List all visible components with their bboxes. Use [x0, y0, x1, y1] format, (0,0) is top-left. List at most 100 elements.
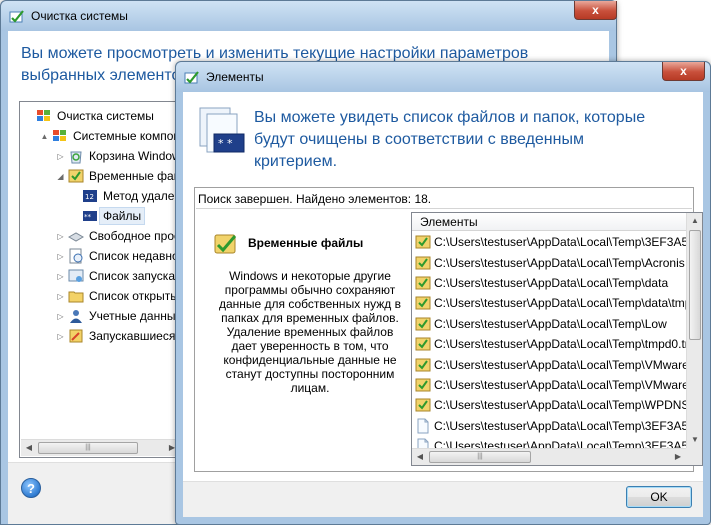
scroll-left-icon[interactable]: ◀	[412, 449, 428, 465]
temp-folder-icon	[415, 256, 431, 270]
help-button[interactable]: ?	[21, 478, 41, 498]
windows-flag-icon	[37, 110, 50, 121]
column-header-items[interactable]: Элементы	[412, 213, 686, 231]
temp-files-icon	[214, 234, 237, 254]
programs-icon	[69, 329, 83, 343]
tree-expander[interactable]: ▷	[56, 232, 65, 241]
temp-folder-icon	[415, 378, 431, 392]
tree-expander[interactable]: ▷	[56, 332, 65, 341]
cleanup-app-icon	[9, 10, 24, 23]
scroll-up-icon[interactable]: ▲	[687, 213, 702, 229]
list-item-path: C:\Users\testuser\AppData\Local\Temp\3EF…	[434, 235, 686, 250]
tree-item-system-components[interactable]: ▲ Системные компоненты	[40, 126, 181, 146]
tree-expander[interactable]: ▷	[56, 292, 65, 301]
list-item[interactable]: C:\Users\testuser\AppData\Local\Temp\dat…	[412, 293, 686, 313]
list-item[interactable]: C:\Users\testuser\AppData\Local\Temp\3EF…	[412, 416, 686, 436]
list-item[interactable]: C:\Users\testuser\AppData\Local\Temp\tmp…	[412, 334, 686, 354]
scroll-thumb[interactable]: |||	[38, 442, 138, 454]
temp-folder-icon	[415, 337, 431, 351]
tree-expander[interactable]: ▷	[56, 252, 65, 261]
open-files-icon	[68, 291, 84, 303]
temp-folder-icon	[415, 235, 431, 249]
list-item[interactable]: C:\Users\testuser\AppData\Local\Temp\WPD…	[412, 395, 686, 415]
list-item-path: C:\Users\testuser\AppData\Local\Temp\tmp…	[434, 337, 686, 352]
close-button[interactable]: x	[574, 1, 617, 20]
scroll-corner	[686, 448, 702, 465]
svg-text:12: 12	[85, 193, 94, 201]
list-item[interactable]: C:\Users\testuser\AppData\Local\Temp\dat…	[412, 273, 686, 293]
list-item[interactable]: C:\Users\testuser\AppData\Local\Temp\VMw…	[412, 375, 686, 395]
document-list-icon: * *	[199, 107, 245, 153]
items-dialog: Элементы x * * Вы можете увидеть список …	[175, 61, 711, 525]
panel-divider	[196, 208, 692, 209]
temp-folder-icon	[415, 296, 431, 310]
list-item-path: C:\Users\testuser\AppData\Local\Temp\VMw…	[434, 377, 686, 392]
list-item-path: C:\Users\testuser\AppData\Local\Temp\Acr…	[434, 255, 685, 270]
list-item[interactable]: C:\Users\testuser\AppData\Local\Temp\Acr…	[412, 252, 686, 272]
temp-folder-icon	[415, 276, 431, 290]
tree-item-open-files[interactable]: ▷ Список открытых файлов	[56, 286, 181, 306]
list-item[interactable]: C:\Users\testuser\AppData\Local\Temp\Low	[412, 314, 686, 334]
scroll-thumb[interactable]: |||	[429, 451, 531, 463]
close-button[interactable]: x	[662, 62, 705, 81]
category-description: Windows и некоторые другие программы обы…	[218, 269, 402, 395]
category-title: Временные файлы	[248, 236, 364, 250]
list-item-path: C:\Users\testuser\AppData\Local\Temp\dat…	[434, 275, 669, 290]
items-list-rows: C:\Users\testuser\AppData\Local\Temp\3EF…	[412, 232, 686, 456]
windows-flag-icon	[53, 130, 66, 141]
search-status: Поиск завершен. Найдено элементов: 18.	[198, 192, 432, 206]
run-list-icon	[68, 269, 84, 282]
settings-tree[interactable]: Очистка системы ▲ Системные компоненты ▷…	[19, 101, 182, 458]
tree-item-credentials[interactable]: ▷ Учетные данные	[56, 306, 181, 326]
list-horizontal-scrollbar[interactable]: ◀ ||| ▶	[412, 448, 686, 465]
items-list[interactable]: Элементы C:\Users\testuser\AppData\Local…	[411, 212, 703, 466]
tree-item-system-cleanup[interactable]: Очистка системы	[24, 106, 154, 126]
tree-item-launched-programs[interactable]: ▷ Запускавшиеся программы	[56, 326, 181, 346]
tree-item-temp-files[interactable]: ◢ Временные файлы	[56, 166, 181, 186]
dialog-heading: Вы можете увидеть список файлов и папок,…	[254, 109, 646, 170]
tree-expander[interactable]: ▷	[56, 312, 65, 321]
svg-text:* *: * *	[218, 137, 233, 150]
list-item-path: C:\Users\testuser\AppData\Local\Temp\Low	[434, 316, 667, 331]
cleanup-app-icon	[184, 71, 199, 84]
tree-item-run-list[interactable]: ▷ Список запуска	[56, 266, 175, 286]
tree-item-recent-list[interactable]: ▷ Список недавно использованных	[56, 246, 181, 266]
system-cleanup-titlebar[interactable]: Очистка системы x	[1, 1, 617, 31]
items-dialog-footer: OK	[183, 481, 703, 517]
system-cleanup-title: Очистка системы	[31, 9, 128, 23]
recent-list-icon	[69, 248, 83, 264]
tree-expander[interactable]: ▷	[56, 152, 65, 161]
list-item-path: C:\Users\testuser\AppData\Local\Temp\WPD…	[434, 398, 686, 413]
disk-icon	[68, 232, 84, 242]
recycle-bin-icon	[70, 151, 82, 164]
scroll-down-icon[interactable]: ▼	[687, 432, 702, 448]
scroll-right-icon[interactable]: ▶	[670, 449, 686, 465]
temp-folder-icon	[415, 398, 431, 412]
items-dialog-client: * * Вы можете увидеть список файлов и па…	[183, 92, 703, 517]
items-dialog-title: Элементы	[206, 70, 264, 84]
tree-item-free-space[interactable]: ▷ Свободное пространство	[56, 226, 181, 246]
temp-files-icon	[68, 169, 84, 183]
list-item-path: C:\Users\testuser\AppData\Local\Temp\VMw…	[434, 357, 686, 372]
tree-expander[interactable]: ▲	[40, 132, 49, 141]
results-panel: Поиск завершен. Найдено элементов: 18. В…	[194, 187, 703, 472]
tree-expander[interactable]: ▷	[56, 272, 65, 281]
list-item[interactable]: C:\Users\testuser\AppData\Local\Temp\VMw…	[412, 354, 686, 374]
tree-item-recycle-bin[interactable]: ▷ Корзина Windows	[56, 146, 181, 166]
list-item-path: C:\Users\testuser\AppData\Local\Temp\dat…	[434, 296, 686, 311]
items-dialog-titlebar[interactable]: Элементы x	[176, 62, 710, 92]
files-icon: **	[83, 211, 97, 221]
list-item[interactable]: C:\Users\testuser\AppData\Local\Temp\3EF…	[412, 232, 686, 252]
tree-horizontal-scrollbar[interactable]: ◀ ||| ▶	[21, 439, 180, 456]
user-icon	[70, 310, 82, 323]
file-icon	[417, 418, 429, 434]
scroll-thumb[interactable]	[689, 230, 701, 340]
tree-expander[interactable]: ◢	[56, 172, 65, 181]
svg-text:**: **	[84, 213, 92, 221]
list-item-path: C:\Users\testuser\AppData\Local\Temp\3EF…	[434, 418, 686, 433]
tree-item-delete-method[interactable]: 12 Метод удаления	[82, 186, 181, 206]
scroll-left-icon[interactable]: ◀	[21, 440, 37, 456]
list-vertical-scrollbar[interactable]: ▲ ▼	[686, 213, 702, 448]
tree-item-files[interactable]: ** Файлы	[82, 206, 146, 226]
ok-button[interactable]: OK	[626, 486, 692, 508]
